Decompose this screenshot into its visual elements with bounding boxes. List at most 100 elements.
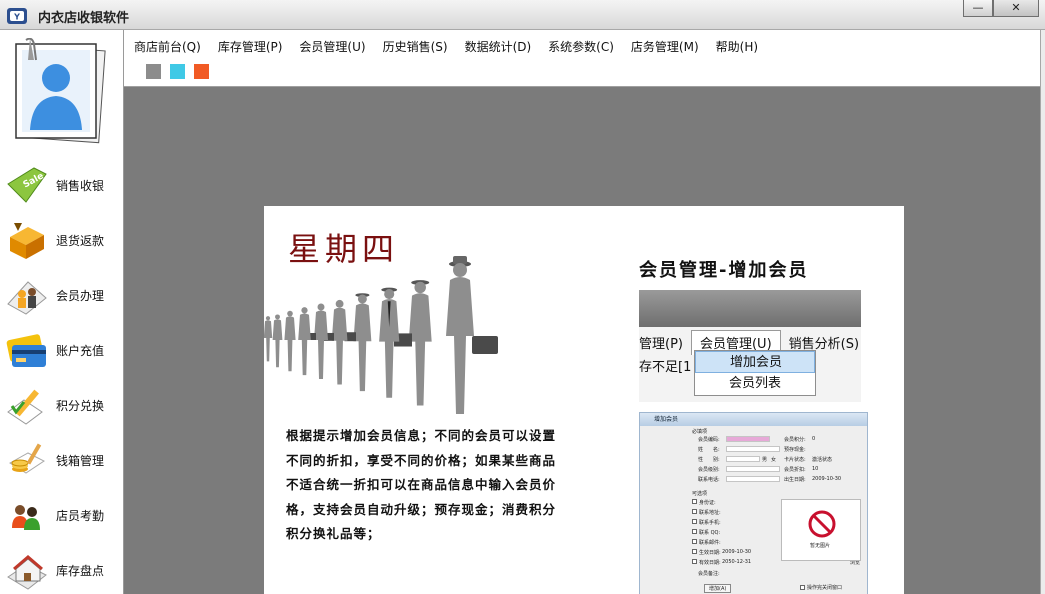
shot-checkbox [692, 499, 697, 504]
nav-staff-attendance[interactable]: 店员考勤 [4, 490, 122, 540]
pencil-document-icon [7, 389, 43, 425]
shot-section-label: 必填项 [692, 429, 708, 435]
shot-close-after-label: 操作完关闭窗口 [807, 585, 843, 591]
shot-field-label: 联系邮件: [699, 540, 721, 546]
nav-cashbox-management[interactable]: 钱箱管理 [4, 435, 122, 485]
shot-card-status: 激活状态 [812, 457, 833, 463]
shot-checkbox [692, 549, 697, 554]
nav-label: 钱箱管理 [56, 453, 105, 468]
shot-field [726, 456, 760, 462]
nav-inventory-count[interactable]: 库存盘点 [4, 545, 122, 594]
menu-help[interactable]: 帮助(H) [716, 38, 758, 55]
nav-points-exchange[interactable]: 积分兑换 [4, 380, 122, 430]
minimize-button[interactable]: — [963, 0, 993, 17]
coin-stack-icon [9, 443, 45, 474]
no-image-icon [808, 510, 836, 538]
shot-field-label: 联系 QQ: [699, 530, 721, 536]
menu-screenshot: 管理(P) 会员管理(U) 销售分析(S) 存不足[1 增加会员 会员列表 [639, 290, 861, 402]
app-logo-icon: Y [7, 8, 27, 24]
shot-checkbox [692, 529, 697, 534]
menu-members[interactable]: 会员管理(U) [299, 38, 365, 55]
staff-people-icon [12, 505, 40, 530]
shot-effective-date: 2009-10-30 [722, 549, 752, 555]
user-avatar-icon[interactable] [8, 38, 108, 146]
shot-field-label: 身份证: [699, 500, 716, 506]
feature-description: 根据提示增加会员信息；不同的会员可以设置不同的折扣，享受不同的价格；如果某些商品… [286, 428, 557, 541]
shot-field-label: 会员级别: [698, 467, 720, 473]
shot-dropdown-item: 会员列表 [729, 376, 782, 391]
shot-field-label: 会员积分: [784, 437, 806, 443]
shot-checkbox [800, 585, 805, 590]
shot-photo-box: 暂无图片 [781, 499, 861, 561]
sidebar: Sale 销售收银 退货返款 会员办理 账户充值 积分兑换 钱箱管理 店员考勤 … [0, 30, 124, 594]
nav-label: 库存盘点 [56, 563, 105, 578]
shot-dropdown-item: 增加会员 [695, 351, 815, 373]
svg-text:Y: Y [13, 13, 20, 22]
shot-field-label: 会员备注: [698, 571, 720, 577]
sale-tag-icon: Sale [7, 167, 47, 203]
nav-label: 退货返款 [56, 233, 105, 248]
menu-storefront[interactable]: 商店前台(Q) [134, 38, 201, 55]
credit-card-icon [6, 334, 46, 367]
shot-gender-option: 男 [762, 457, 768, 463]
shot-menu-item: 管理(P) [639, 337, 683, 352]
shot-birth-date: 2009-10-30 [812, 476, 842, 482]
nav-label: 积分兑换 [56, 398, 105, 413]
shot-field [726, 476, 780, 482]
members-group-icon [7, 281, 47, 315]
shot-checkbox [692, 539, 697, 544]
shot-field-label: 性 别: [698, 457, 720, 463]
menu-store-management[interactable]: 店务管理(M) [631, 38, 699, 55]
nav-membership[interactable]: 会员办理 [4, 270, 122, 320]
theme-swatch-cyan[interactable] [170, 64, 185, 79]
shot-field-label: 联系地址: [699, 510, 721, 516]
shot-status-text: 存不足[1 [639, 360, 692, 375]
menu-sales-history[interactable]: 历史销售(S) [383, 38, 448, 55]
shot-checkbox [692, 519, 697, 524]
shot-field-label: 有效日期: [699, 560, 721, 566]
shot-section-label: 可选项 [692, 491, 708, 497]
shot-field-label: 姓 名: [698, 447, 720, 453]
shot-window-title: 增加会员 [640, 413, 867, 426]
nav-account-topup[interactable]: 账户充值 [4, 325, 122, 375]
shot-checkbox [692, 559, 697, 564]
nav-label: 店员考勤 [56, 508, 105, 523]
window-title: 内衣店收银软件 [38, 11, 130, 26]
shot-discount-value: 10 [812, 466, 819, 472]
shot-points-value: 0 [812, 436, 816, 442]
shot-save-button: 增加(A) [704, 584, 732, 593]
shot-gender-option: 女 [771, 457, 777, 463]
close-button[interactable]: ✕ [993, 0, 1039, 17]
menu-statistics[interactable]: 数据统计(D) [465, 38, 532, 55]
screenshot-caption-title: 会员管理-增加会员 [639, 260, 809, 281]
theme-swatch-gray[interactable] [146, 64, 161, 79]
shot-field-member-code [726, 436, 770, 442]
shot-field-label: 出生日期: [784, 477, 806, 483]
shot-photo-caption: 暂无图片 [810, 543, 831, 549]
shot-field-label: 会员折扣: [784, 467, 806, 473]
shot-field-label: 预存现金: [784, 447, 806, 453]
screenshot-toolbar [639, 290, 861, 327]
shot-dropdown: 增加会员 会员列表 [694, 350, 816, 396]
menu-inventory[interactable]: 库存管理(P) [218, 38, 283, 55]
add-member-form-screenshot: 增加会员 必填项 会员编码: 姓 名: 性 别: 男 女 会员级别: 联系电话:… [639, 412, 868, 594]
shot-field-label: 联系手机: [699, 520, 721, 526]
shot-field-label: 卡片状态: [784, 457, 806, 463]
menu-system-settings[interactable]: 系统参数(C) [548, 38, 614, 55]
title-bar: Y 内衣店收银软件 — ✕ [0, 0, 1045, 30]
nav-label: 账户充值 [56, 343, 105, 358]
nav-returns[interactable]: 退货返款 [4, 215, 122, 265]
shot-checkbox [692, 509, 697, 514]
shot-field [726, 446, 780, 452]
warehouse-icon [7, 555, 47, 590]
shot-field-label: 联系电话: [698, 477, 720, 483]
shot-field-label: 会员编码: [698, 437, 720, 443]
theme-swatch-orange[interactable] [194, 64, 209, 79]
nav-label: 会员办理 [56, 288, 105, 303]
feature-promo-panel: 星期四 根据提示增加会员信息；不同的会员可以设置不同的折扣，享受不同的价格；如果… [264, 206, 904, 594]
shot-field-label: 生效日期: [699, 550, 721, 556]
nav-label: 销售收银 [56, 178, 105, 193]
nav-sales-checkout[interactable]: Sale 销售收银 [4, 160, 122, 210]
business-people-queue-illustration [264, 256, 498, 414]
window-right-border [1040, 30, 1045, 594]
